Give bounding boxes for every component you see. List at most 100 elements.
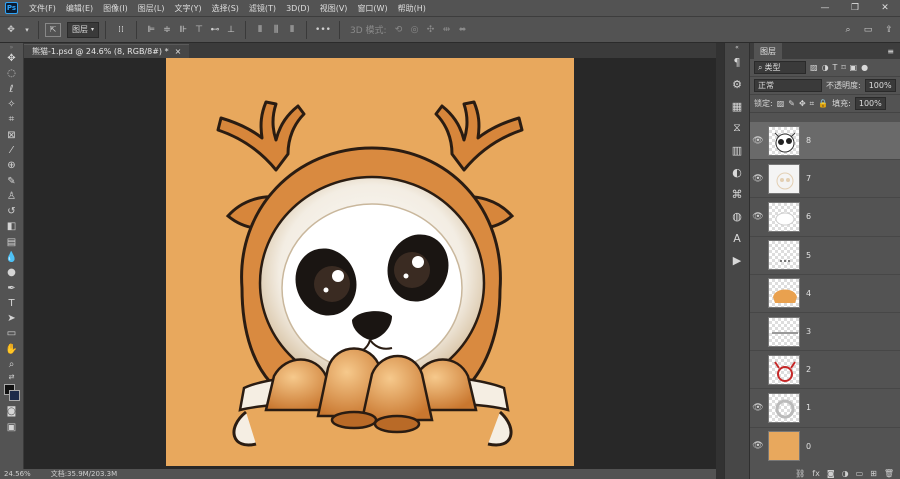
align-right-icon[interactable]: ⊪ (175, 21, 191, 39)
tool-preset-chevron-icon[interactable]: ▾ (22, 21, 32, 39)
properties-panel-icon[interactable]: ⚙ (725, 73, 749, 95)
menu-file[interactable]: 文件(F) (24, 3, 61, 14)
channels-panel-icon[interactable]: ◍ (725, 205, 749, 227)
menu-layer[interactable]: 图层(L) (133, 3, 170, 14)
align-center-icon[interactable]: ≑ (159, 21, 175, 39)
transform-controls-icon[interactable]: ⁞⁞ (112, 21, 130, 39)
eye-icon[interactable]: 👁 (750, 403, 766, 413)
maximize-button[interactable]: ❐ (840, 3, 870, 13)
filter-kind-dropdown[interactable]: ⌕ 类型 (754, 61, 806, 74)
3d-orbit-icon[interactable]: ⟲ (391, 21, 407, 39)
lock-position-icon[interactable]: ✥ (799, 99, 806, 108)
color-swatches[interactable] (0, 382, 23, 404)
delete-layer-icon[interactable]: 🗑 (884, 469, 894, 478)
3d-pan-icon[interactable]: ✣ (423, 21, 439, 39)
distribute-center-icon[interactable]: ⫼ (268, 21, 284, 39)
filter-smart-object-icon[interactable]: ▣ (850, 63, 858, 72)
close-tab-button[interactable]: × (175, 47, 182, 56)
crop-tool-icon[interactable]: ⌗ (0, 112, 23, 127)
layer-name[interactable]: 7 (806, 174, 811, 183)
eyedropper-tool-icon[interactable]: ⁄ (0, 143, 23, 158)
layer-row[interactable]: 👁 8 (750, 122, 900, 161)
layer-row[interactable]: 👁 6 (750, 198, 900, 237)
lasso-tool-icon[interactable]: ℓ (0, 82, 23, 97)
layer-name[interactable]: 1 (806, 403, 811, 412)
zoom-level[interactable]: 24.56% (4, 470, 31, 478)
character-panel-icon[interactable]: A (725, 227, 749, 249)
minimize-button[interactable]: — (810, 3, 840, 13)
distribute-right-icon[interactable]: ⫴ (284, 21, 300, 39)
menu-select[interactable]: 选择(S) (207, 3, 244, 14)
search-icon[interactable]: ⌕ (838, 21, 858, 39)
more-options-button[interactable]: ••• (313, 21, 333, 39)
align-top-icon[interactable]: ⊤ (191, 21, 207, 39)
layer-row[interactable]: 5 (750, 237, 900, 275)
blur-tool-icon[interactable]: 💧 (0, 250, 23, 265)
swatches-panel-icon[interactable]: ▥ (725, 139, 749, 161)
menu-filter[interactable]: 滤镜(T) (244, 3, 281, 14)
expand-panels-icon[interactable]: « (725, 43, 749, 51)
new-layer-icon[interactable]: ⊞ (870, 469, 877, 478)
add-mask-icon[interactable]: ◙ (827, 469, 835, 478)
close-window-button[interactable]: ✕ (870, 3, 900, 13)
eraser-tool-icon[interactable]: ◧ (0, 219, 23, 234)
move-tool-icon[interactable]: ✥ (0, 51, 23, 66)
3d-slide-icon[interactable]: ⇹ (439, 21, 455, 39)
zoom-tool-icon[interactable]: ⌕ (0, 357, 23, 372)
layer-row[interactable]: 2 (750, 351, 900, 390)
layer-name[interactable]: 3 (806, 327, 811, 336)
lock-all-icon[interactable]: 🔒 (818, 99, 828, 108)
color-panel-icon[interactable]: ◐ (725, 161, 749, 183)
layer-name[interactable]: 4 (806, 289, 811, 298)
menu-edit[interactable]: 编辑(E) (61, 3, 98, 14)
clone-stamp-tool-icon[interactable]: ♙ (0, 189, 23, 204)
eye-icon[interactable]: 👁 (750, 441, 766, 451)
panel-menu-icon[interactable]: ≡ (881, 43, 900, 59)
3d-roll-icon[interactable]: ◎ (407, 21, 423, 39)
actions-panel-icon[interactable]: ▶ (725, 249, 749, 271)
filter-adjustment-icon[interactable]: ◑ (822, 63, 829, 72)
3d-scale-icon[interactable]: ⬌ (455, 21, 471, 39)
workspace-icon[interactable]: ▭ (858, 21, 878, 39)
screen-mode-icon[interactable]: ▣ (0, 420, 23, 435)
share-icon[interactable]: ⇪ (878, 21, 900, 39)
layer-name[interactable]: 5 (806, 251, 811, 260)
filter-shape-icon[interactable]: ⌑ (841, 63, 845, 72)
menu-view[interactable]: 视图(V) (315, 3, 353, 14)
quick-mask-icon[interactable]: ◙ (0, 404, 23, 419)
marquee-tool-icon[interactable]: ◌ (0, 66, 23, 81)
eye-icon[interactable]: 👁 (750, 212, 766, 222)
gradient-tool-icon[interactable]: ▤ (0, 235, 23, 250)
background-color-swatch[interactable] (9, 390, 20, 402)
layer-row[interactable]: 3 (750, 313, 900, 352)
menu-window[interactable]: 窗口(W) (352, 3, 392, 14)
blend-mode-dropdown[interactable]: 正常 (754, 79, 822, 92)
filter-type-icon[interactable]: T (833, 63, 838, 72)
lock-artboard-icon[interactable]: ⌗ (810, 99, 815, 109)
path-selection-tool-icon[interactable]: ➤ (0, 311, 23, 326)
type-tool-icon[interactable]: T (0, 296, 23, 311)
fill-input[interactable]: 100% (854, 97, 886, 110)
document-tab[interactable]: 熊猫-1.psd @ 24.6% (8, RGB/8#) * × (24, 44, 190, 58)
brush-tool-icon[interactable]: ✎ (0, 173, 23, 188)
frame-tool-icon[interactable]: ⊠ (0, 127, 23, 142)
history-brush-tool-icon[interactable]: ↺ (0, 204, 23, 219)
eye-icon[interactable]: 👁 (750, 136, 766, 146)
layer-name[interactable]: 2 (806, 365, 811, 374)
layer-row[interactable]: 👁 1 (750, 389, 900, 428)
align-bottom-icon[interactable]: ⊥ (223, 21, 239, 39)
magic-wand-tool-icon[interactable]: ✧ (0, 97, 23, 112)
align-left-icon[interactable]: ⊫ (143, 21, 159, 39)
default-colors-icon[interactable]: ⇄ (0, 372, 23, 382)
link-layers-icon[interactable]: ⛓ (795, 469, 805, 478)
layer-row[interactable]: 4 (750, 275, 900, 313)
filter-toggle-icon[interactable]: ● (861, 63, 868, 72)
pen-tool-icon[interactable]: ✒ (0, 280, 23, 295)
history-panel-icon[interactable]: ⧖ (725, 117, 749, 139)
distribute-left-icon[interactable]: ⫴ (252, 21, 268, 39)
lock-transparent-icon[interactable]: ▨ (777, 99, 785, 108)
hand-tool-icon[interactable]: ✋ (0, 342, 23, 357)
select-target-dropdown[interactable]: 图层 ▾ (67, 21, 100, 38)
new-group-icon[interactable]: ▭ (856, 469, 864, 478)
grid-panel-icon[interactable]: ▦ (725, 95, 749, 117)
